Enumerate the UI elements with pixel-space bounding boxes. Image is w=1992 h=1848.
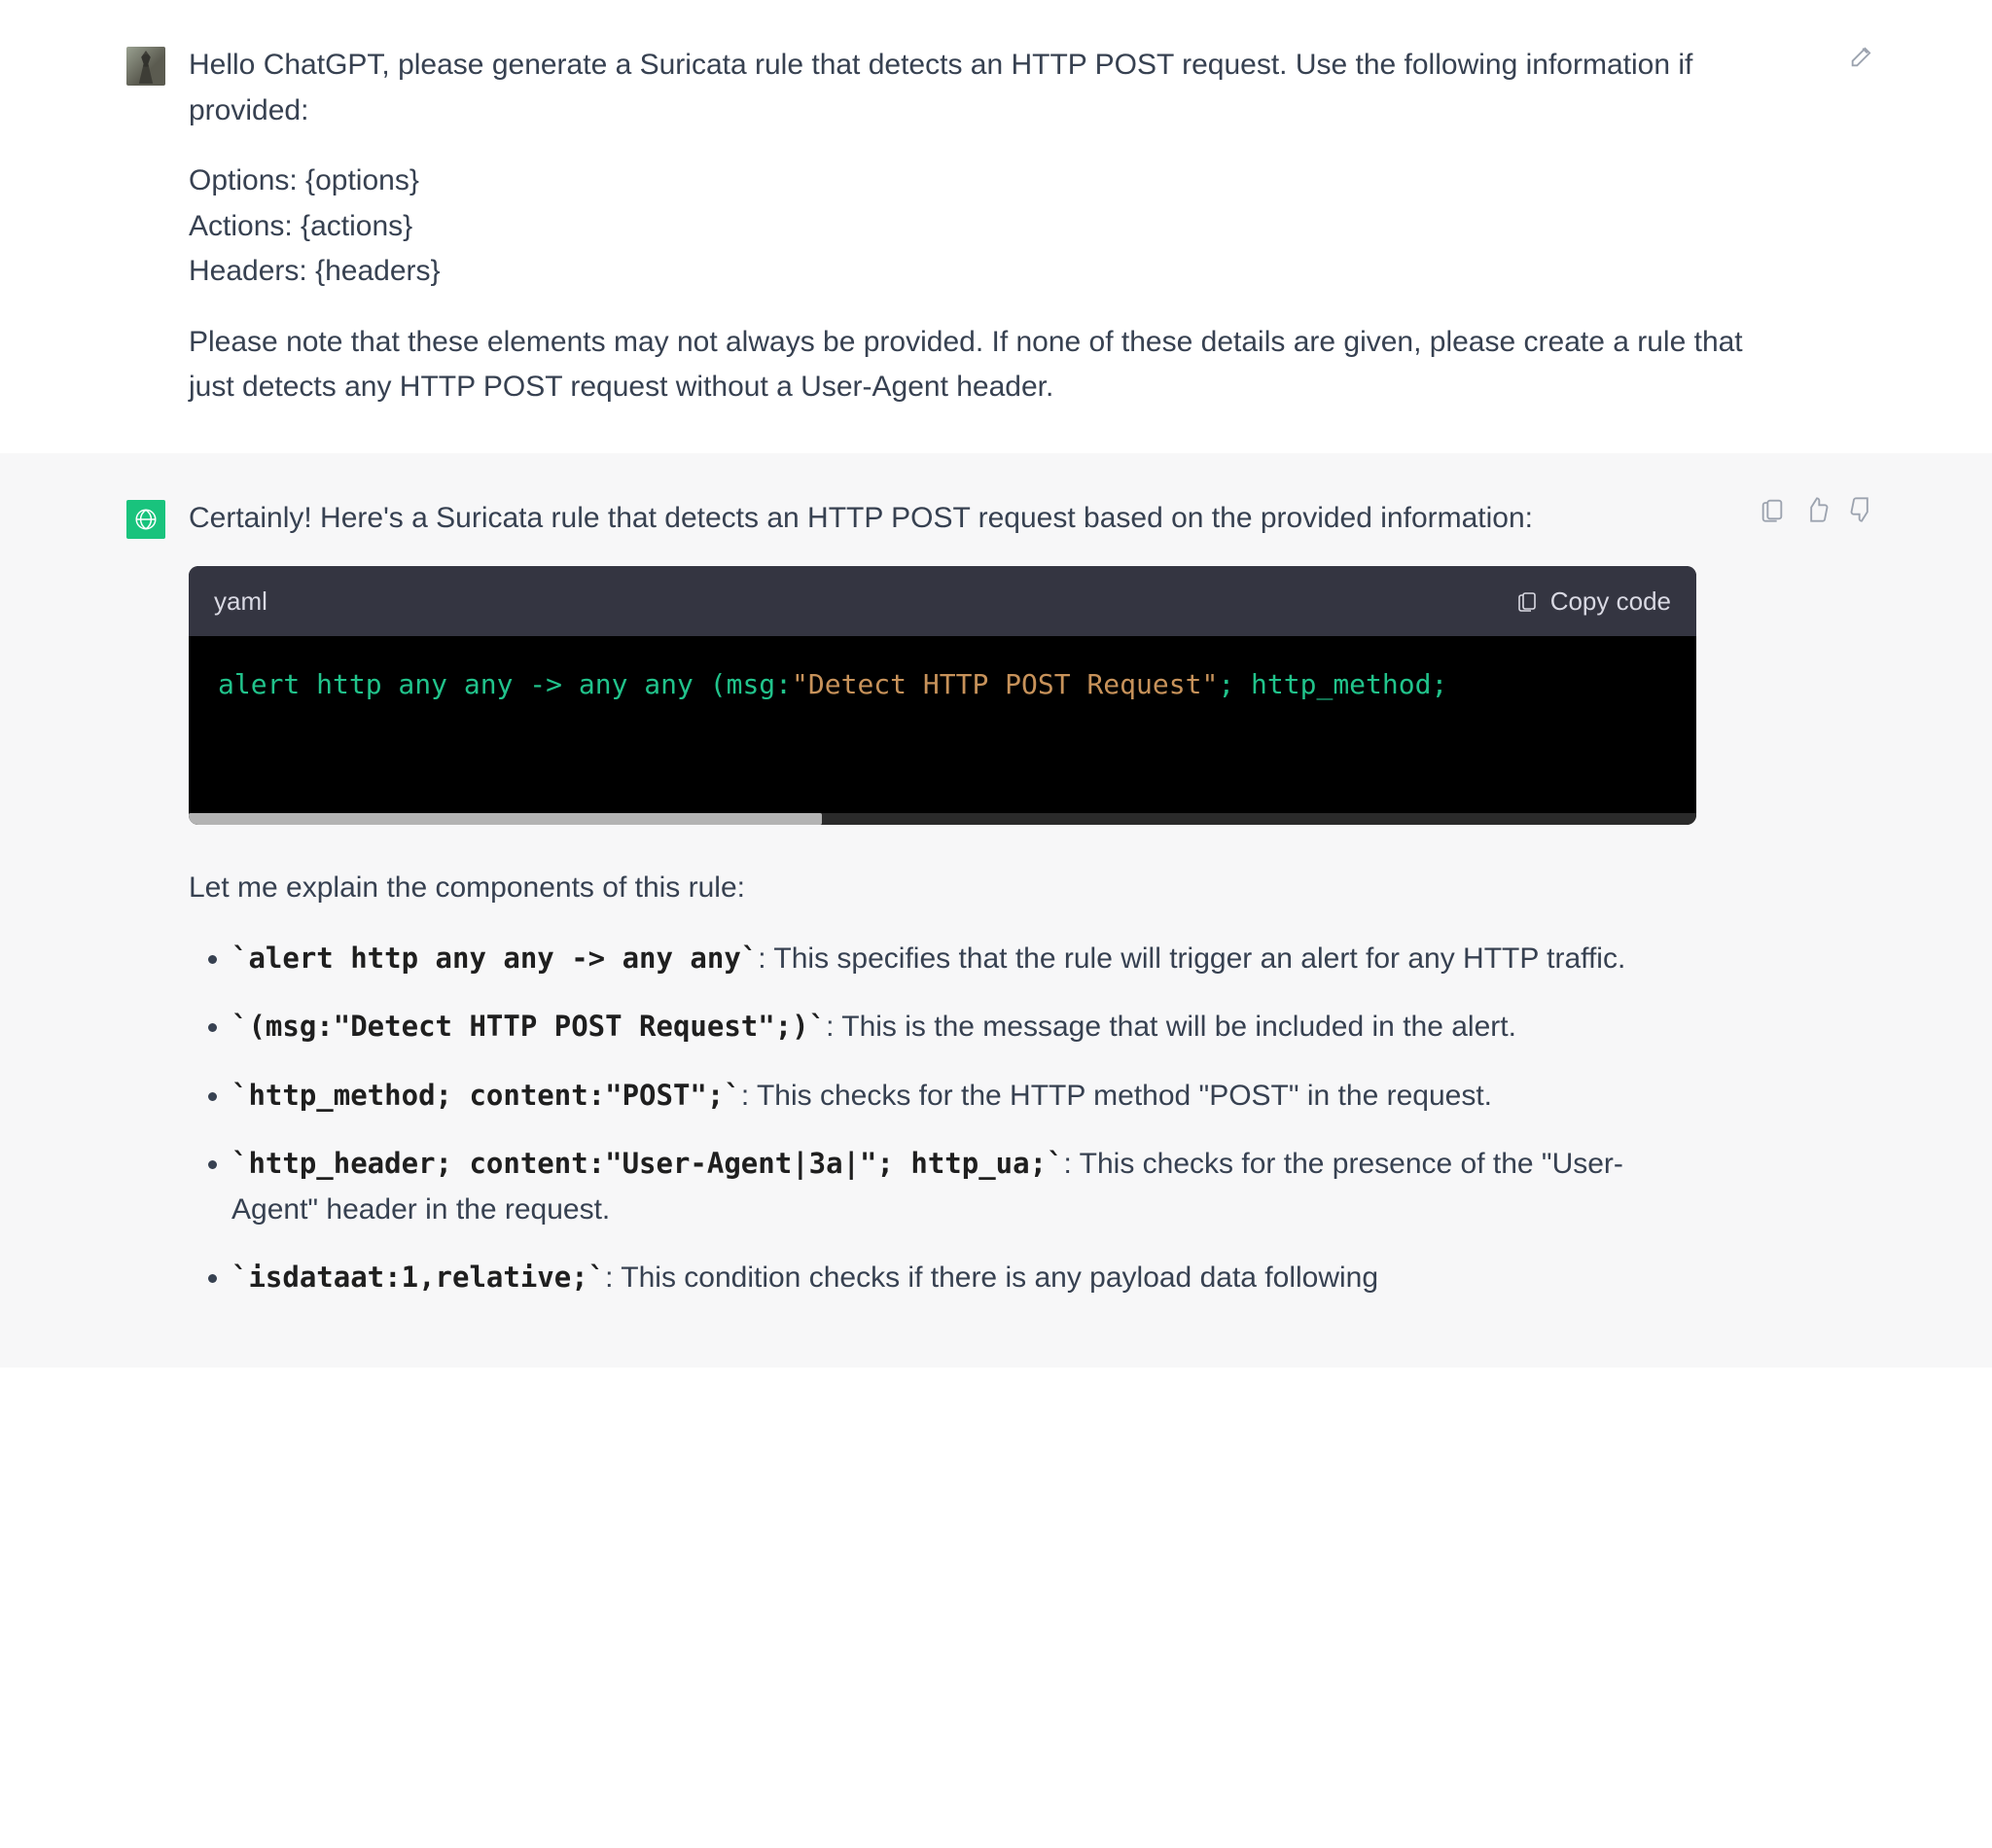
user-text-2: Please note that these elements may not … (189, 320, 1786, 410)
inline-code: isdataat:1,relative; (231, 1261, 605, 1294)
list-item-text: : This condition checks if there is any … (605, 1262, 1378, 1294)
copy-icon[interactable] (1759, 496, 1786, 523)
user-message: Hello ChatGPT, please generate a Suricat… (0, 0, 1992, 453)
list-item: isdataat:1,relative;: This condition che… (231, 1256, 1696, 1301)
code-block: yaml Copy code alert http any any -> any… (189, 566, 1696, 825)
list-item: http_method; content:"POST";: This check… (231, 1074, 1696, 1119)
assistant-message-body: Certainly! Here's a Suricata rule that d… (189, 496, 1735, 1325)
inline-code: (msg:"Detect HTTP POST Request";) (231, 1010, 826, 1043)
options-line: Options: {options} (189, 164, 419, 196)
explain-intro: Let me explain the components of this ru… (189, 866, 1696, 911)
list-item-text: : This checks for the HTTP method "POST"… (741, 1080, 1492, 1112)
user-message-actions (1848, 43, 1875, 410)
user-message-body: Hello ChatGPT, please generate a Suricat… (189, 43, 1825, 410)
list-item: alert http any any -> any any: This spec… (231, 937, 1696, 982)
code-language-label: yaml (214, 582, 267, 621)
inline-code: http_header; content:"User-Agent|3a|"; h… (231, 1147, 1064, 1180)
assistant-message: Certainly! Here's a Suricata rule that d… (0, 453, 1992, 1368)
assistant-intro: Certainly! Here's a Suricata rule that d… (189, 496, 1696, 542)
user-text-1: Hello ChatGPT, please generate a Suricat… (189, 43, 1786, 133)
assistant-avatar (126, 500, 165, 539)
code-content[interactable]: alert http any any -> any any (msg:"Dete… (189, 636, 1696, 825)
scrollbar-thumb[interactable] (189, 813, 822, 825)
user-avatar (126, 47, 165, 86)
list-item: http_header; content:"User-Agent|3a|"; h… (231, 1142, 1696, 1232)
explanation-list: alert http any any -> any any: This spec… (189, 937, 1696, 1301)
copy-code-label: Copy code (1550, 582, 1671, 621)
code-horizontal-scrollbar[interactable] (189, 813, 1696, 825)
list-item-text: : This specifies that the rule will trig… (758, 942, 1625, 975)
edit-icon[interactable] (1848, 43, 1875, 70)
code-block-header: yaml Copy code (189, 566, 1696, 636)
thumbs-up-icon[interactable] (1803, 496, 1831, 523)
user-text-options: Options: {options} Actions: {actions} He… (189, 159, 1786, 295)
assistant-message-actions (1759, 496, 1875, 1325)
actions-line: Actions: {actions} (189, 210, 412, 242)
copy-code-button[interactable]: Copy code (1515, 582, 1671, 621)
headers-line: Headers: {headers} (189, 255, 441, 287)
inline-code: alert http any any -> any any (231, 942, 758, 975)
thumbs-down-icon[interactable] (1848, 496, 1875, 523)
inline-code: http_method; content:"POST"; (231, 1079, 741, 1112)
clipboard-icon (1515, 589, 1539, 613)
list-item-text: : This is the message that will be inclu… (826, 1011, 1516, 1043)
list-item: (msg:"Detect HTTP POST Request";): This … (231, 1005, 1696, 1050)
